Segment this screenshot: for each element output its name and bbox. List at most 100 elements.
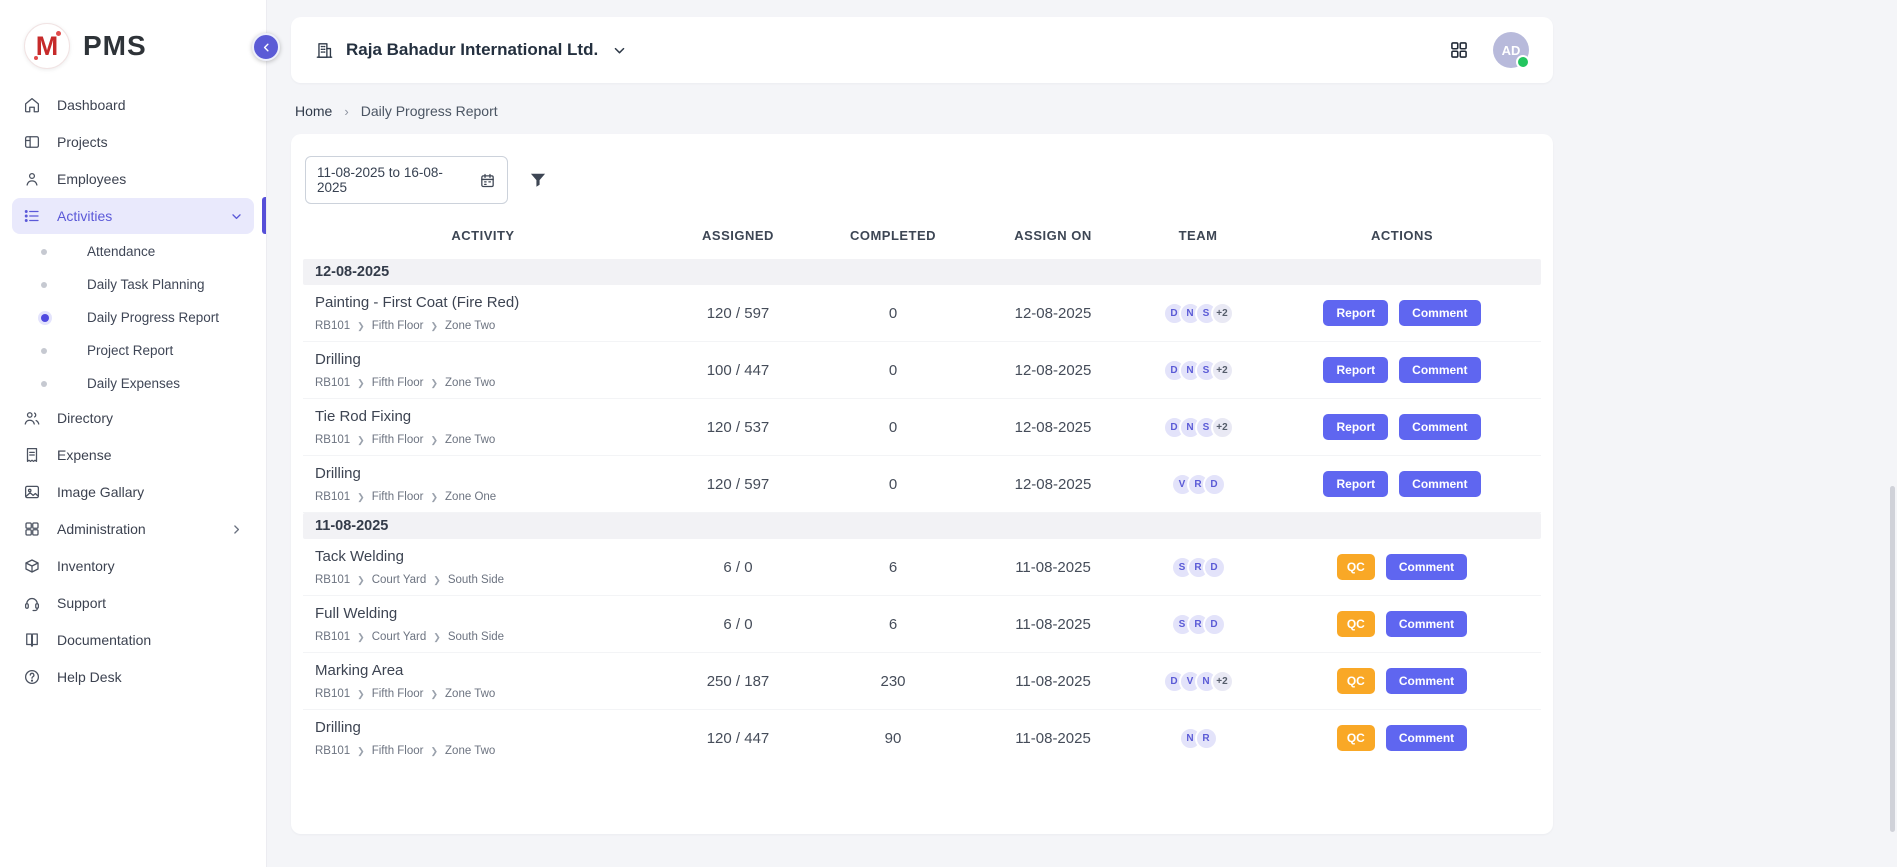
comment-button[interactable]: Comment xyxy=(1399,357,1480,383)
sidebar-subitem-daily-progress-report[interactable]: Daily Progress Report xyxy=(12,301,254,334)
sidebar-item-support[interactable]: Support xyxy=(12,585,254,621)
team-member-avatar[interactable]: R xyxy=(1195,727,1218,750)
sidebar-item-employees[interactable]: Employees xyxy=(12,161,254,197)
sidebar-item-projects[interactable]: Projects xyxy=(12,124,254,160)
bullet-dot-icon xyxy=(41,282,47,288)
helpdesk-icon xyxy=(22,667,42,687)
team-avatars: DNS+2 xyxy=(1133,416,1263,439)
sidebar-subitem-project-report[interactable]: Project Report xyxy=(12,334,254,367)
team-member-avatar[interactable]: D xyxy=(1203,613,1226,636)
qc-button[interactable]: QC xyxy=(1337,611,1375,637)
comment-button[interactable]: Comment xyxy=(1399,300,1480,326)
path-segment: South Side xyxy=(448,574,504,586)
path-segment: RB101 xyxy=(315,745,350,757)
sidebar-collapse-button[interactable] xyxy=(252,33,280,61)
activity-cell: Tack WeldingRB101❯Court Yard❯South Side xyxy=(303,548,663,586)
sidebar-item-dashboard[interactable]: Dashboard xyxy=(12,87,254,123)
activity-location-path: RB101❯Fifth Floor❯Zone Two xyxy=(315,377,663,389)
activity-title: Drilling xyxy=(315,719,663,736)
activity-title: Marking Area xyxy=(315,662,663,679)
sidebar: M PMS DashboardProjectsEmployeesActiviti… xyxy=(0,0,267,867)
sidebar-item-label: Support xyxy=(57,595,106,611)
date-range-input[interactable]: 11-08-2025 to 16-08-2025 xyxy=(305,156,508,204)
team-member-avatar[interactable]: D xyxy=(1203,473,1226,496)
team-avatars: DNS+2 xyxy=(1133,359,1263,382)
sidebar-item-help-desk[interactable]: Help Desk xyxy=(12,659,254,695)
building-icon xyxy=(315,41,334,60)
inventory-icon xyxy=(22,556,42,576)
sidebar-subitem-daily-task-planning[interactable]: Daily Task Planning xyxy=(12,268,254,301)
activity-title: Painting - First Coat (Fire Red) xyxy=(315,294,663,311)
activity-title: Full Welding xyxy=(315,605,663,622)
qc-button[interactable]: QC xyxy=(1337,554,1375,580)
date-range-value: 11-08-2025 to 16-08-2025 xyxy=(317,165,467,195)
path-segment: Zone Two xyxy=(445,688,495,700)
team-avatars: DNS+2 xyxy=(1133,302,1263,325)
breadcrumb-home[interactable]: Home xyxy=(295,103,332,119)
assigned-value: 6 / 0 xyxy=(663,559,813,576)
completed-value: 90 xyxy=(813,730,973,747)
user-avatar[interactable]: AD xyxy=(1493,32,1529,68)
apps-grid-icon[interactable] xyxy=(1449,40,1469,60)
team-extra-count[interactable]: +2 xyxy=(1211,359,1234,382)
sidebar-subitem-daily-expenses[interactable]: Daily Expenses xyxy=(12,367,254,400)
sidebar-item-label: Dashboard xyxy=(57,97,126,113)
team-extra-count[interactable]: +2 xyxy=(1211,416,1234,439)
app-root: M PMS DashboardProjectsEmployeesActiviti… xyxy=(0,0,1897,867)
bullet-dot-icon xyxy=(41,381,47,387)
activity-location-path: RB101❯Fifth Floor❯Zone Two xyxy=(315,745,663,757)
column-header-actions: ACTIONS xyxy=(1263,228,1541,243)
sidebar-item-inventory[interactable]: Inventory xyxy=(12,548,254,584)
path-segment: South Side xyxy=(448,631,504,643)
report-button[interactable]: Report xyxy=(1323,357,1388,383)
qc-button[interactable]: QC xyxy=(1337,725,1375,751)
chevron-right-icon: ❯ xyxy=(430,492,438,503)
company-selector[interactable]: Raja Bahadur International Ltd. xyxy=(315,40,627,60)
activity-location-path: RB101❯Fifth Floor❯Zone Two xyxy=(315,434,663,446)
activity-title: Drilling xyxy=(315,465,663,482)
comment-button[interactable]: Comment xyxy=(1399,471,1480,497)
sidebar-item-expense[interactable]: Expense xyxy=(12,437,254,473)
comment-button[interactable]: Comment xyxy=(1386,554,1467,580)
sidebar-item-documentation[interactable]: Documentation xyxy=(12,622,254,658)
sidebar-item-label: Directory xyxy=(57,410,113,426)
qc-button[interactable]: QC xyxy=(1337,668,1375,694)
sidebar-subitem-label: Attendance xyxy=(87,244,155,259)
comment-button[interactable]: Comment xyxy=(1386,668,1467,694)
calendar-icon xyxy=(479,172,496,189)
activity-location-path: RB101❯Court Yard❯South Side xyxy=(315,574,663,586)
team-member-avatar[interactable]: D xyxy=(1203,556,1226,579)
vertical-scrollbar[interactable] xyxy=(1890,486,1895,833)
path-segment: Fifth Floor xyxy=(372,377,424,389)
completed-value: 0 xyxy=(813,476,973,493)
report-button[interactable]: Report xyxy=(1323,414,1388,440)
filter-funnel-icon[interactable] xyxy=(528,170,548,190)
comment-button[interactable]: Comment xyxy=(1386,611,1467,637)
sidebar-item-activities[interactable]: Activities xyxy=(12,198,254,234)
sidebar-subitem-attendance[interactable]: Attendance xyxy=(12,235,254,268)
row-actions: QC Comment xyxy=(1263,611,1541,637)
team-avatars: DVN+2 xyxy=(1133,670,1263,693)
sidebar-item-image-gallary[interactable]: Image Gallary xyxy=(12,474,254,510)
team-extra-count[interactable]: +2 xyxy=(1211,302,1234,325)
report-button[interactable]: Report xyxy=(1323,300,1388,326)
gallery-icon xyxy=(22,482,42,502)
sidebar-item-label: Employees xyxy=(57,171,126,187)
chevron-right-icon: ❯ xyxy=(430,689,438,700)
comment-button[interactable]: Comment xyxy=(1386,725,1467,751)
assigned-value: 120 / 597 xyxy=(663,305,813,322)
chevron-down-icon xyxy=(612,43,627,58)
report-button[interactable]: Report xyxy=(1323,471,1388,497)
bullet-dot-icon xyxy=(41,348,47,354)
chevron-right-icon: ❯ xyxy=(357,746,365,757)
comment-button[interactable]: Comment xyxy=(1399,414,1480,440)
table-row: DrillingRB101❯Fifth Floor❯Zone One120 / … xyxy=(303,456,1541,513)
path-segment: Fifth Floor xyxy=(372,491,424,503)
team-extra-count[interactable]: +2 xyxy=(1211,670,1234,693)
path-segment: RB101 xyxy=(315,434,350,446)
table-row: Painting - First Coat (Fire Red)RB101❯Fi… xyxy=(303,285,1541,342)
group-date-header: 12-08-2025 xyxy=(303,259,1541,285)
sidebar-item-directory[interactable]: Directory xyxy=(12,400,254,436)
sidebar-item-administration[interactable]: Administration xyxy=(12,511,254,547)
path-segment: Zone Two xyxy=(445,745,495,757)
